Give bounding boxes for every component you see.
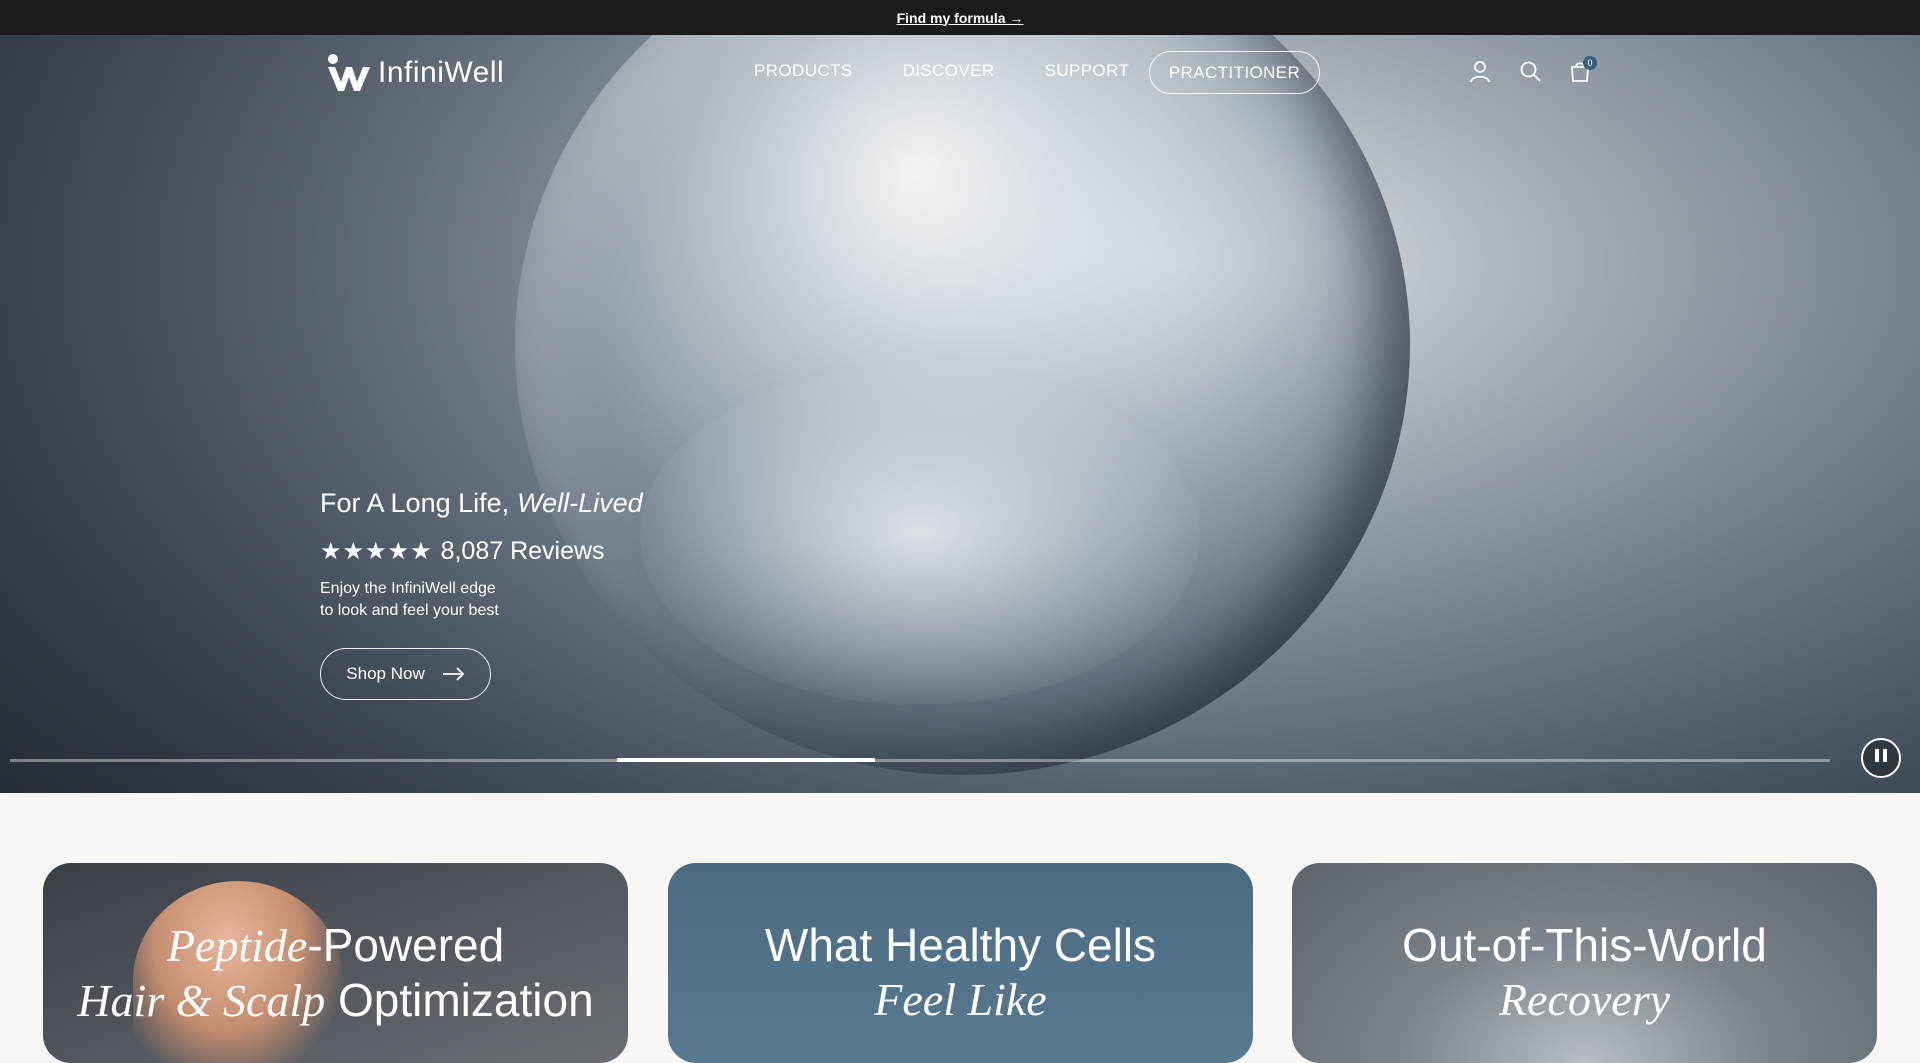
nav-icons: 0: [1468, 56, 1597, 83]
pause-button[interactable]: [1861, 738, 1901, 778]
main-navigation: InfiniWell PRODUCTS DISCOVER SUPPORT PRA…: [0, 35, 1920, 110]
card-title-hair-italic: Peptide: [166, 920, 308, 971]
arrow-right-icon: [442, 667, 464, 681]
hero-title-plain: For A Long Life,: [320, 488, 510, 518]
rating-stars-icon: ★★★★★: [320, 538, 433, 565]
nav-item-products[interactable]: PRODUCTS: [754, 61, 853, 81]
feature-card-hair[interactable]: Peptide-Powered Hair & Scalp Optimizatio…: [43, 863, 628, 1063]
shop-now-button[interactable]: Shop Now: [320, 648, 491, 700]
cart-count-badge: 0: [1583, 56, 1597, 70]
account-icon[interactable]: [1468, 59, 1492, 83]
hero-sphere-swirl: [640, 365, 1200, 705]
card-title-recovery-italic: Recovery: [1498, 974, 1671, 1025]
nav-item-discover[interactable]: DISCOVER: [903, 61, 995, 81]
pause-icon: [1873, 749, 1889, 767]
announcement-bar: Find my formula →: [0, 0, 1920, 35]
hero-description-line-2: to look and feel your best: [320, 602, 499, 619]
find-formula-link[interactable]: Find my formula →: [897, 10, 1024, 26]
slideshow-progress-fill: [617, 758, 875, 762]
search-icon[interactable]: [1518, 59, 1542, 83]
review-summary[interactable]: ★★★★★ 8,087 Reviews: [320, 537, 643, 566]
card-title-hair-line2-rest: Optimization: [325, 974, 594, 1026]
card-title-hair-line2-italic: Hair & Scalp: [77, 975, 326, 1026]
hero-description-line-1: Enjoy the InfiniWell edge: [320, 580, 496, 597]
practitioner-button[interactable]: PRACTITIONER: [1149, 51, 1320, 94]
card-title-cells-italic: Feel Like: [874, 974, 1047, 1025]
feature-card-recovery[interactable]: Out-of-This-World Recovery: [1292, 863, 1877, 1063]
nav-links: PRODUCTS DISCOVER SUPPORT: [754, 61, 1129, 81]
card-title-recovery: Out-of-This-World Recovery: [1292, 918, 1877, 1027]
cart-button[interactable]: 0: [1568, 56, 1597, 83]
card-title-hair-rest: -Powered: [307, 919, 505, 971]
hero-banner: [0, 35, 1920, 793]
logo-mark-icon: [328, 54, 370, 91]
hero-title: For A Long Life, Well-Lived: [320, 488, 643, 519]
slideshow-progress-track: [10, 759, 1830, 762]
hero-description: Enjoy the InfiniWell edge to look and fe…: [320, 578, 643, 622]
hero-title-italic: Well-Lived: [517, 488, 643, 518]
reviews-count: 8,087 Reviews: [440, 537, 605, 565]
card-title-hair: Peptide-Powered Hair & Scalp Optimizatio…: [43, 918, 628, 1028]
card-title-recovery-plain: Out-of-This-World: [1402, 919, 1767, 971]
shop-now-label: Shop Now: [346, 664, 425, 683]
feature-cards: Peptide-Powered Hair & Scalp Optimizatio…: [43, 863, 1877, 1063]
hero-copy: For A Long Life, Well-Lived ★★★★★ 8,087 …: [320, 488, 643, 700]
feature-card-cells[interactable]: What Healthy Cells Feel Like: [668, 863, 1253, 1063]
brand-name: InfiniWell: [378, 56, 505, 89]
card-title-cells: What Healthy Cells Feel Like: [668, 918, 1253, 1027]
nav-item-support[interactable]: SUPPORT: [1045, 61, 1130, 81]
brand-logo[interactable]: InfiniWell: [326, 53, 504, 93]
card-title-cells-plain: What Healthy Cells: [764, 919, 1157, 971]
